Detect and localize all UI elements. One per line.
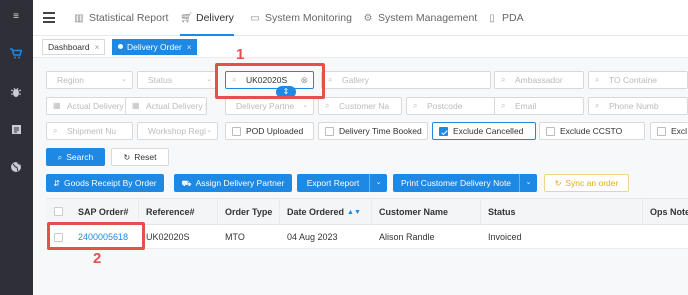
document-icon[interactable] <box>9 124 23 136</box>
sync-order-button[interactable]: ↻ Sync an order <box>544 174 629 192</box>
actual-delivery-from-date[interactable]: ▦ Actual Delivery I <box>46 97 130 115</box>
checkbox-icon <box>325 127 334 136</box>
chevron-down-icon: ⌄ <box>206 76 212 83</box>
exclude-other-checkbox[interactable]: Excl <box>650 122 688 140</box>
phone-number-input[interactable]: ⌕ Phone Numb <box>588 97 688 115</box>
reset-button[interactable]: ↻ Reset <box>111 148 169 166</box>
gear-icon: ⚙ <box>363 13 373 24</box>
page-tabs: Dashboard × Delivery Order × <box>33 36 688 58</box>
delivery-partner-select[interactable]: Delivery Partne ⌄ <box>225 97 314 115</box>
home-icon[interactable]: ≡ <box>9 11 23 23</box>
annotation-step-1: 1 <box>236 46 245 63</box>
customer-name-cell: Alison Randle <box>379 232 435 242</box>
search-icon: ⌕ <box>57 153 63 162</box>
checkbox-icon <box>232 127 241 136</box>
postcode-input[interactable]: ⌕ Postcode <box>406 97 497 115</box>
receipt-icon: ⇵ <box>53 179 61 188</box>
checkbox-checked-icon <box>439 127 448 136</box>
tab-delivery-order[interactable]: Delivery Order × <box>112 39 198 55</box>
search-icon: ⌕ <box>53 126 58 135</box>
close-icon[interactable]: × <box>187 43 192 52</box>
orders-table: SAP Order# Reference# Order Type Date Or… <box>46 198 688 249</box>
menu-toggle-icon[interactable] <box>43 12 55 23</box>
header-order-type[interactable]: Order Type <box>218 199 280 225</box>
header-ops-note[interactable]: Ops Note <box>643 199 688 225</box>
header-customer-name[interactable]: Customer Name <box>372 199 481 225</box>
phone-icon: ▯ <box>489 13 495 24</box>
search-icon: ⌕ <box>328 75 333 84</box>
search-icon: ⌕ <box>325 101 330 110</box>
select-all-checkbox[interactable] <box>54 207 63 216</box>
sort-icon[interactable]: ▲▼ <box>347 200 361 226</box>
nav-statistical-report[interactable]: ▥ Statistical Report <box>73 0 168 36</box>
calendar-icon: ▦ <box>53 101 61 110</box>
export-report-button[interactable]: Export Report <box>297 174 369 192</box>
actual-delivery-to-date[interactable]: ▦ Actual Delivery I <box>125 97 207 115</box>
search-icon: ⌕ <box>501 75 506 84</box>
exclude-ccsto-checkbox[interactable]: Exclude CCSTO <box>539 122 645 140</box>
header-status[interactable]: Status <box>481 199 643 225</box>
to-container-input[interactable]: ⌕ TO Containe <box>588 71 688 89</box>
search-icon: ⌕ <box>413 101 418 110</box>
email-input[interactable]: ⌕ Email <box>494 97 584 115</box>
cart-icon: 🛒︎ <box>180 13 193 24</box>
cart-icon[interactable] <box>9 48 23 60</box>
status-select[interactable]: Status ⌄ <box>137 71 218 89</box>
annotation-box-search <box>215 63 325 99</box>
shipment-number-input[interactable]: ⌕ Shipment Nu <box>46 122 133 140</box>
globe-icon[interactable] <box>9 161 23 173</box>
nav-system-management[interactable]: ⚙ System Management <box>362 0 478 36</box>
region-select[interactable]: Region ⌄ <box>46 71 133 89</box>
goods-receipt-button[interactable]: ⇵ Goods Receipt By Order <box>46 174 164 192</box>
annotation-box-order <box>47 222 145 250</box>
print-dropdown-chevron-icon[interactable]: ⌄ <box>519 174 537 192</box>
chevron-down-icon: ⌄ <box>121 76 127 83</box>
print-delivery-note-button[interactable]: Print Customer Delivery Note <box>393 174 519 192</box>
status-cell: Invoiced <box>488 232 522 242</box>
close-icon[interactable]: × <box>95 43 100 52</box>
checkbox-icon <box>657 127 666 136</box>
ambassador-input[interactable]: ⌕ Ambassador <box>494 71 584 89</box>
calendar-icon: ▦ <box>132 101 140 110</box>
annotation-step-2: 2 <box>93 250 102 267</box>
customer-name-input[interactable]: ⌕ Customer Na <box>318 97 402 115</box>
top-navigation: ▥ Statistical Report 🛒︎ Delivery ▭ System M… <box>33 0 688 36</box>
nav-delivery[interactable]: 🛒︎ Delivery <box>180 0 234 36</box>
reference-cell: UK02020S <box>146 232 190 242</box>
search-button[interactable]: ⌕ Search <box>46 148 105 166</box>
checkbox-icon <box>546 127 555 136</box>
gallery-input[interactable]: ⌕ Gallery <box>321 71 491 89</box>
header-reference[interactable]: Reference# <box>139 199 218 225</box>
assign-delivery-partner-button[interactable]: ⛟ Assign Delivery Partner <box>174 174 292 192</box>
exclude-cancelled-checkbox[interactable]: Exclude Cancelled <box>432 122 536 140</box>
bug-icon[interactable] <box>9 86 23 98</box>
order-type-cell: MTO <box>225 232 245 242</box>
truck-icon: ⛟ <box>181 179 192 188</box>
delivery-time-booked-checkbox[interactable]: Delivery Time Booked <box>318 122 428 140</box>
pod-uploaded-checkbox[interactable]: POD Uploaded <box>225 122 314 140</box>
monitor-icon: ▭ <box>250 13 260 24</box>
workshop-region-select[interactable]: Workshop Regi ⌄ <box>137 122 218 140</box>
refresh-icon: ↻ <box>123 153 131 162</box>
chevron-down-icon: ⌄ <box>206 127 212 134</box>
search-icon: ⌕ <box>501 101 506 110</box>
active-dot-icon <box>118 44 123 49</box>
tab-dashboard[interactable]: Dashboard × <box>42 39 106 55</box>
chart-icon: ▥ <box>74 13 84 24</box>
search-icon: ⌕ <box>595 75 600 84</box>
date-ordered-cell: 04 Aug 2023 <box>287 232 338 242</box>
nav-system-monitoring[interactable]: ▭ System Monitoring <box>249 0 352 36</box>
nav-pda[interactable]: ▯ PDA <box>486 0 523 36</box>
header-date-ordered[interactable]: Date Ordered ▲▼ <box>280 199 372 225</box>
sync-icon: ↻ <box>554 179 562 188</box>
sidebar: ≡ <box>0 0 33 295</box>
export-dropdown-chevron-icon[interactable]: ⌄ <box>369 174 387 192</box>
search-icon: ⌕ <box>595 101 600 110</box>
chevron-down-icon: ⌄ <box>302 102 308 109</box>
main-content: Region ⌄ Status ⌄ ⌕ UK02020S ⊗ ⇕ ⌕ Gallery ⌕ A… <box>33 58 688 295</box>
